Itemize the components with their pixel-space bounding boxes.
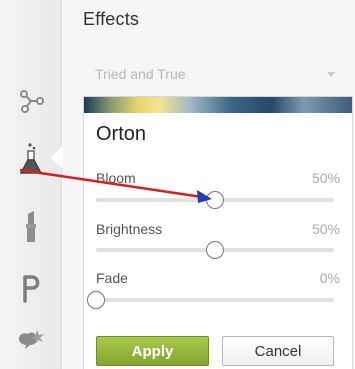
rail-item-effects[interactable] [0,136,62,182]
brightness-label: Brightness [96,221,163,237]
molecule-icon [20,90,44,113]
effect-card: Orton Bloom 50% Brightness 50% Fade 0% A… [83,96,353,369]
preset-dropdown-value: Tried and True [95,66,186,82]
brightness-slider[interactable] [96,241,334,259]
brightness-value: 50% [311,221,340,237]
effect-name: Orton [96,123,147,145]
lipstick-icon [26,211,36,242]
bloom-slider[interactable] [96,191,334,209]
letter-p-icon [23,275,40,303]
bloom-label: Bloom [96,170,136,186]
fade-slider-handle[interactable] [87,291,105,309]
rail-item-text[interactable] [0,265,62,311]
bloom-value: 50% [311,170,340,186]
tool-rail [0,0,62,369]
apply-button[interactable]: Apply [96,336,209,366]
bloom-slider-handle[interactable] [206,191,224,209]
preset-dropdown[interactable]: Tried and True [83,58,341,90]
rail-item-connectors[interactable] [0,78,62,124]
effect-thumbnail-strip[interactable] [84,97,352,113]
chevron-down-icon [327,72,335,77]
brightness-slider-handle[interactable] [206,241,224,259]
effects-panel: Effects Tried and True Orton Bloom 50% B… [63,0,355,369]
panel-title: Effects [83,9,140,29]
speech-bubble-icon [19,330,44,349]
rail-item-touch-up[interactable] [0,204,62,250]
fade-label: Fade [96,270,128,286]
cancel-button[interactable]: Cancel [222,336,334,366]
fade-value: 0% [319,270,340,286]
fade-slider[interactable] [87,291,334,309]
rail-item-overlays[interactable] [0,318,62,364]
flask-icon [19,143,43,174]
